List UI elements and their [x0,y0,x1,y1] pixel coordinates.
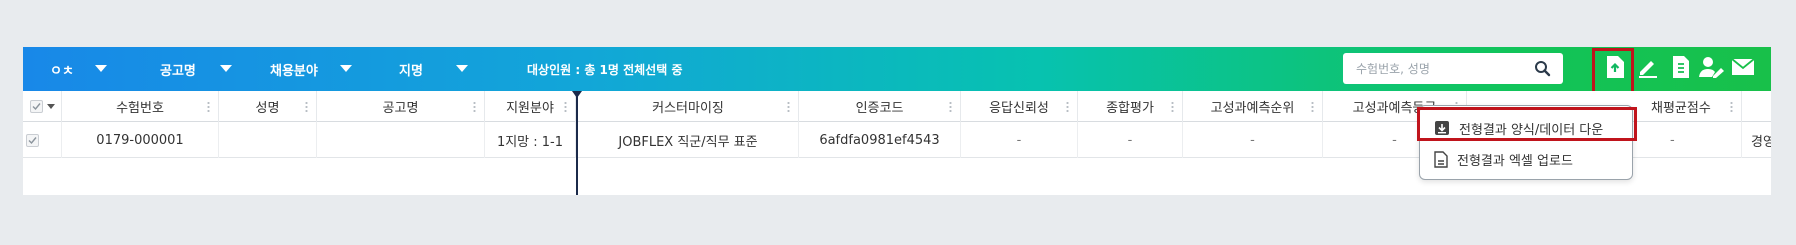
column-header-label: 공고명 [382,101,419,116]
search-box[interactable] [1343,53,1563,84]
column-menu-icon[interactable] [787,101,790,112]
cell-rank[interactable]: - [1183,122,1323,158]
column-header-overall[interactable]: 종합평가 [1078,91,1183,122]
column-header-exam-number[interactable]: 수험번호 [62,91,219,122]
user-edit-button[interactable] [1698,55,1726,83]
cell-field[interactable]: 1지망 : 1-1 [485,122,576,158]
cell-reliability[interactable]: - [961,122,1078,158]
column-menu-icon[interactable] [949,101,952,112]
chevron-down-icon [220,65,232,72]
cell-customizing[interactable]: JOBFLEX 직군/직무 표준 [578,122,799,158]
pen-icon [1637,56,1659,82]
edit-button[interactable] [1634,55,1662,83]
cell-exam-number[interactable]: 0179-000001 [62,122,219,158]
filter-posting[interactable]: 공고명 [160,47,232,91]
filter-posting-label: 공고명 [160,63,196,79]
cell-more[interactable]: 경영 [1742,122,1771,158]
chevron-down-icon [340,65,352,72]
column-menu-icon[interactable] [473,101,476,112]
column-header-customizing[interactable]: 커스터마이징 [578,91,799,122]
download-item-highlight [1417,107,1637,141]
row-checkbox[interactable] [26,133,39,147]
filter-name[interactable]: 지명 [399,47,468,91]
column-header-rank[interactable]: 고성과예측순위 [1183,91,1323,122]
cell-auth-code[interactable]: 6afdfa0981ef4543 [799,122,961,158]
chevron-down-icon[interactable] [46,104,55,109]
column-header-name[interactable]: 성명 [219,91,317,122]
select-all-column[interactable] [23,91,62,122]
column-menu-icon[interactable] [305,101,308,112]
column-header-posting[interactable]: 공고명 [317,91,485,122]
filter-status[interactable]: ㅇㅊ [50,47,107,91]
menu-item-excel-upload[interactable]: 전형결과 엑셀 업로드 [1420,144,1632,174]
chevron-down-icon [456,65,468,72]
cell-name[interactable] [219,122,317,158]
filter-field-label: 채용분야 [270,63,318,79]
target-count-summary: 대상인원 : 총 1명 전체선택 중 [527,62,683,77]
filter-name-label: 지명 [399,63,423,79]
cell-overall[interactable]: - [1078,122,1183,158]
column-menu-icon[interactable] [207,101,210,112]
column-header-more[interactable] [1742,91,1771,122]
search-icon[interactable] [1534,60,1551,81]
toolbar: ㅇㅊ 공고명 채용분야 지명 대상인원 : 총 1명 전체선택 중 [23,47,1771,91]
file-upload-icon [1434,150,1448,168]
column-header-label: 지원분야 [506,101,554,116]
column-header-label: 고성과예측순위 [1210,101,1295,116]
document-icon [1672,55,1690,83]
column-header-field[interactable]: 지원분야 [485,91,576,122]
column-header-auth-code[interactable]: 인증코드 [799,91,961,122]
column-header-label: 커스터마이징 [652,101,724,116]
menu-item-label: 전형결과 엑셀 업로드 [1457,153,1573,169]
chevron-down-icon [95,65,107,72]
frozen-column-divider[interactable] [576,91,578,195]
search-input[interactable] [1356,61,1531,76]
column-header-label: 채평균점수 [1651,101,1711,116]
column-menu-icon[interactable] [1171,101,1174,112]
column-menu-icon[interactable] [1066,101,1069,112]
filter-field[interactable]: 채용분야 [270,47,352,91]
select-all-checkbox[interactable] [29,100,43,113]
cell-posting[interactable] [317,122,485,158]
filter-status-label: ㅇㅊ [50,63,74,79]
column-header-label: 인증코드 [855,101,904,116]
column-header-label: 응답신뢰성 [989,101,1049,116]
user-edit-icon [1699,56,1725,82]
column-header-label: 종합평가 [1106,101,1154,116]
freeze-handle-icon[interactable] [572,91,582,98]
column-menu-icon[interactable] [1730,101,1733,112]
column-header-reliability[interactable]: 응답신뢰성 [961,91,1078,122]
mail-icon [1731,58,1755,80]
column-header-label: 수험번호 [116,101,164,116]
column-menu-icon[interactable] [564,101,567,112]
document-button[interactable] [1667,55,1695,83]
row-select-cell[interactable] [23,122,62,158]
upload-button-highlight [1592,48,1634,94]
mail-button[interactable] [1729,55,1757,83]
column-header-label: 성명 [255,101,280,116]
column-menu-icon[interactable] [1311,101,1314,112]
